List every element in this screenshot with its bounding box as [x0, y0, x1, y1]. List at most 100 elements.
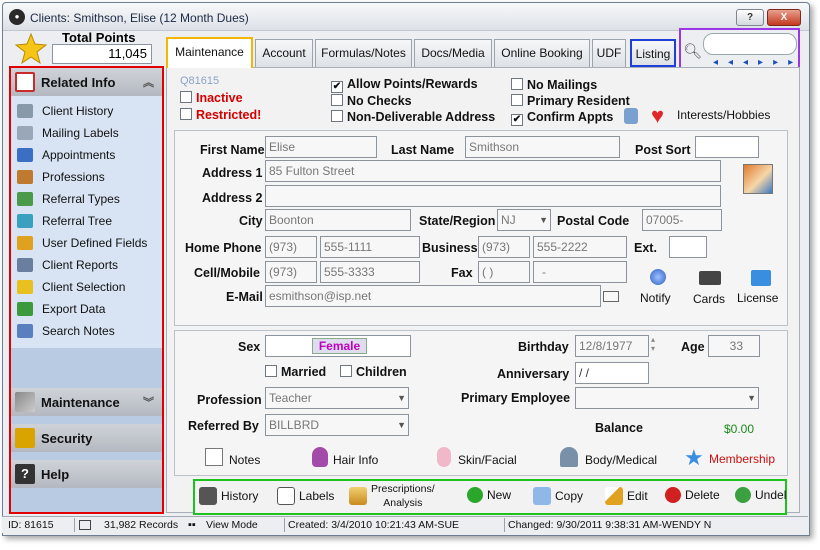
security-header[interactable]: Security: [11, 424, 162, 452]
post-sort-field[interactable]: [695, 136, 759, 158]
address1-field[interactable]: 85 Fulton Street: [265, 160, 721, 182]
married-checkbox[interactable]: Married: [265, 365, 326, 379]
fax-number-field[interactable]: -: [533, 261, 627, 283]
postal-code-field[interactable]: 07005-: [642, 209, 722, 231]
status-id: ID: 81615: [8, 519, 54, 531]
expand-icon[interactable]: ︾: [143, 394, 154, 410]
no-checks-checkbox[interactable]: No Checks: [331, 94, 412, 108]
allow-points-checkbox[interactable]: ✔ Allow Points/Rewards: [331, 77, 478, 93]
minus-icon: [665, 487, 681, 503]
sidebar-item-label: Client Selection: [42, 280, 126, 294]
age-field[interactable]: 33: [708, 335, 760, 357]
ext-field[interactable]: [669, 236, 707, 258]
sidebar-item-referral-types[interactable]: Referral Types: [11, 188, 162, 210]
face-icon[interactable]: [437, 447, 451, 467]
hair-icon[interactable]: [312, 447, 328, 467]
body-icon[interactable]: [560, 447, 578, 467]
birthday-spinner[interactable]: ▴ ▾: [651, 335, 655, 353]
maintenance-header[interactable]: Maintenance ︾: [11, 388, 162, 416]
sidebar-item-mailing-labels[interactable]: Mailing Labels: [11, 122, 162, 144]
home-area-field[interactable]: (973): [265, 236, 317, 258]
notify-icon[interactable]: [650, 269, 666, 285]
sidebar-item-user-defined-fields[interactable]: User Defined Fields: [11, 232, 162, 254]
sidebar-item-appointments[interactable]: Appointments: [11, 144, 162, 166]
anniversary-field[interactable]: / /: [575, 362, 649, 384]
birthday-field[interactable]: 12/8/1977: [575, 335, 649, 357]
history-button[interactable]: History: [199, 487, 258, 505]
help-button[interactable]: ?: [736, 9, 764, 26]
referred-by-select[interactable]: BILLBRD ▼: [265, 414, 409, 436]
membership-button[interactable]: Membership: [709, 452, 775, 466]
email-field[interactable]: esmithson@isp.net: [265, 285, 601, 307]
sidebar-item-referral-tree[interactable]: Referral Tree: [11, 210, 162, 232]
help-header[interactable]: ? Help: [11, 460, 162, 488]
business-area-field[interactable]: (973): [478, 236, 530, 258]
tab-listing[interactable]: Listing: [630, 39, 676, 67]
tab-udf[interactable]: UDF: [592, 39, 626, 67]
sidebar-item-professions[interactable]: Professions: [11, 166, 162, 188]
fax-area-field[interactable]: ( ): [478, 261, 530, 283]
no-mailings-checkbox[interactable]: No Mailings: [511, 78, 597, 92]
first-name-field[interactable]: Elise: [265, 136, 377, 158]
search-input[interactable]: [703, 33, 797, 55]
address1-label: Address 1: [202, 166, 263, 180]
notify-button[interactable]: Notify: [640, 291, 671, 305]
interests-hobbies-link[interactable]: Interests/Hobbies: [677, 108, 770, 122]
sidebar-item-label: Export Data: [42, 302, 106, 316]
edit-button[interactable]: Edit: [605, 487, 648, 505]
home-number-field[interactable]: 555-1111: [320, 236, 420, 258]
person-icon[interactable]: [624, 108, 638, 124]
tab-online-booking[interactable]: Online Booking: [494, 39, 590, 67]
license-icon[interactable]: [751, 270, 771, 286]
close-button[interactable]: X: [767, 9, 801, 26]
collapse-icon[interactable]: ︽: [143, 74, 154, 90]
sidebar-item-client-reports[interactable]: Client Reports: [11, 254, 162, 276]
license-button[interactable]: License: [737, 291, 778, 305]
cards-icon[interactable]: [699, 271, 721, 285]
sidebar-item-export-data[interactable]: Export Data: [11, 298, 162, 320]
map-icon[interactable]: [743, 164, 773, 194]
inactive-checkbox[interactable]: Inactive: [180, 91, 243, 105]
business-number-field[interactable]: 555-2222: [533, 236, 627, 258]
cell-area-field[interactable]: (973): [265, 261, 317, 283]
children-checkbox[interactable]: Children: [340, 365, 407, 379]
delete-button[interactable]: Delete: [665, 487, 720, 503]
membership-star-icon[interactable]: ★: [684, 445, 704, 471]
primary-employee-select[interactable]: ▼: [575, 387, 759, 409]
tab-maintenance[interactable]: Maintenance: [166, 37, 253, 68]
copy-button[interactable]: Copy: [533, 487, 583, 505]
prescriptions-button[interactable]: Prescriptions/ Analysis: [349, 482, 435, 510]
skin-facial-button[interactable]: Skin/Facial: [458, 453, 517, 467]
state-select[interactable]: NJ ▼: [497, 209, 551, 231]
sidebar-item-search-notes[interactable]: Search Notes: [11, 320, 162, 342]
notes-icon[interactable]: [205, 448, 223, 466]
body-medical-button[interactable]: Body/Medical: [585, 453, 657, 467]
hair-info-button[interactable]: Hair Info: [333, 453, 378, 467]
tab-docs-media[interactable]: Docs/Media: [414, 39, 492, 67]
tab-account[interactable]: Account: [255, 39, 313, 67]
notes-button[interactable]: Notes: [229, 453, 260, 467]
undelete-button[interactable]: Undel: [735, 487, 786, 503]
postal-code-label: Postal Code: [557, 214, 630, 228]
sidebar-item-client-selection[interactable]: Client Selection: [11, 276, 162, 298]
confirm-appts-checkbox[interactable]: ✔ Confirm Appts: [511, 110, 613, 126]
labels-button[interactable]: Labels: [277, 487, 334, 505]
tab-formulas-notes[interactable]: Formulas/Notes: [315, 39, 412, 67]
new-button[interactable]: New: [467, 487, 511, 503]
profession-select[interactable]: Teacher ▼: [265, 387, 409, 409]
related-info-header[interactable]: Related Info ︽: [11, 68, 162, 96]
address2-field[interactable]: [265, 185, 721, 207]
sidebar-item-client-history[interactable]: Client History: [11, 100, 162, 122]
cards-button[interactable]: Cards: [693, 292, 725, 306]
last-name-label: Last Name: [391, 143, 455, 157]
flags-section: Q81615 Inactive Restricted! ✔ Allow Point…: [174, 70, 788, 128]
primary-resident-checkbox[interactable]: Primary Resident: [511, 94, 630, 108]
last-name-field[interactable]: Smithson: [465, 136, 620, 158]
sex-field[interactable]: Female: [265, 335, 411, 357]
city-field[interactable]: Boonton: [265, 209, 411, 231]
cell-number-field[interactable]: 555-3333: [320, 261, 420, 283]
non-deliverable-checkbox[interactable]: Non-Deliverable Address: [331, 110, 495, 124]
restricted-checkbox[interactable]: Restricted!: [180, 108, 261, 122]
heart-icon: ♥: [651, 103, 665, 128]
envelope-icon[interactable]: [603, 291, 619, 302]
